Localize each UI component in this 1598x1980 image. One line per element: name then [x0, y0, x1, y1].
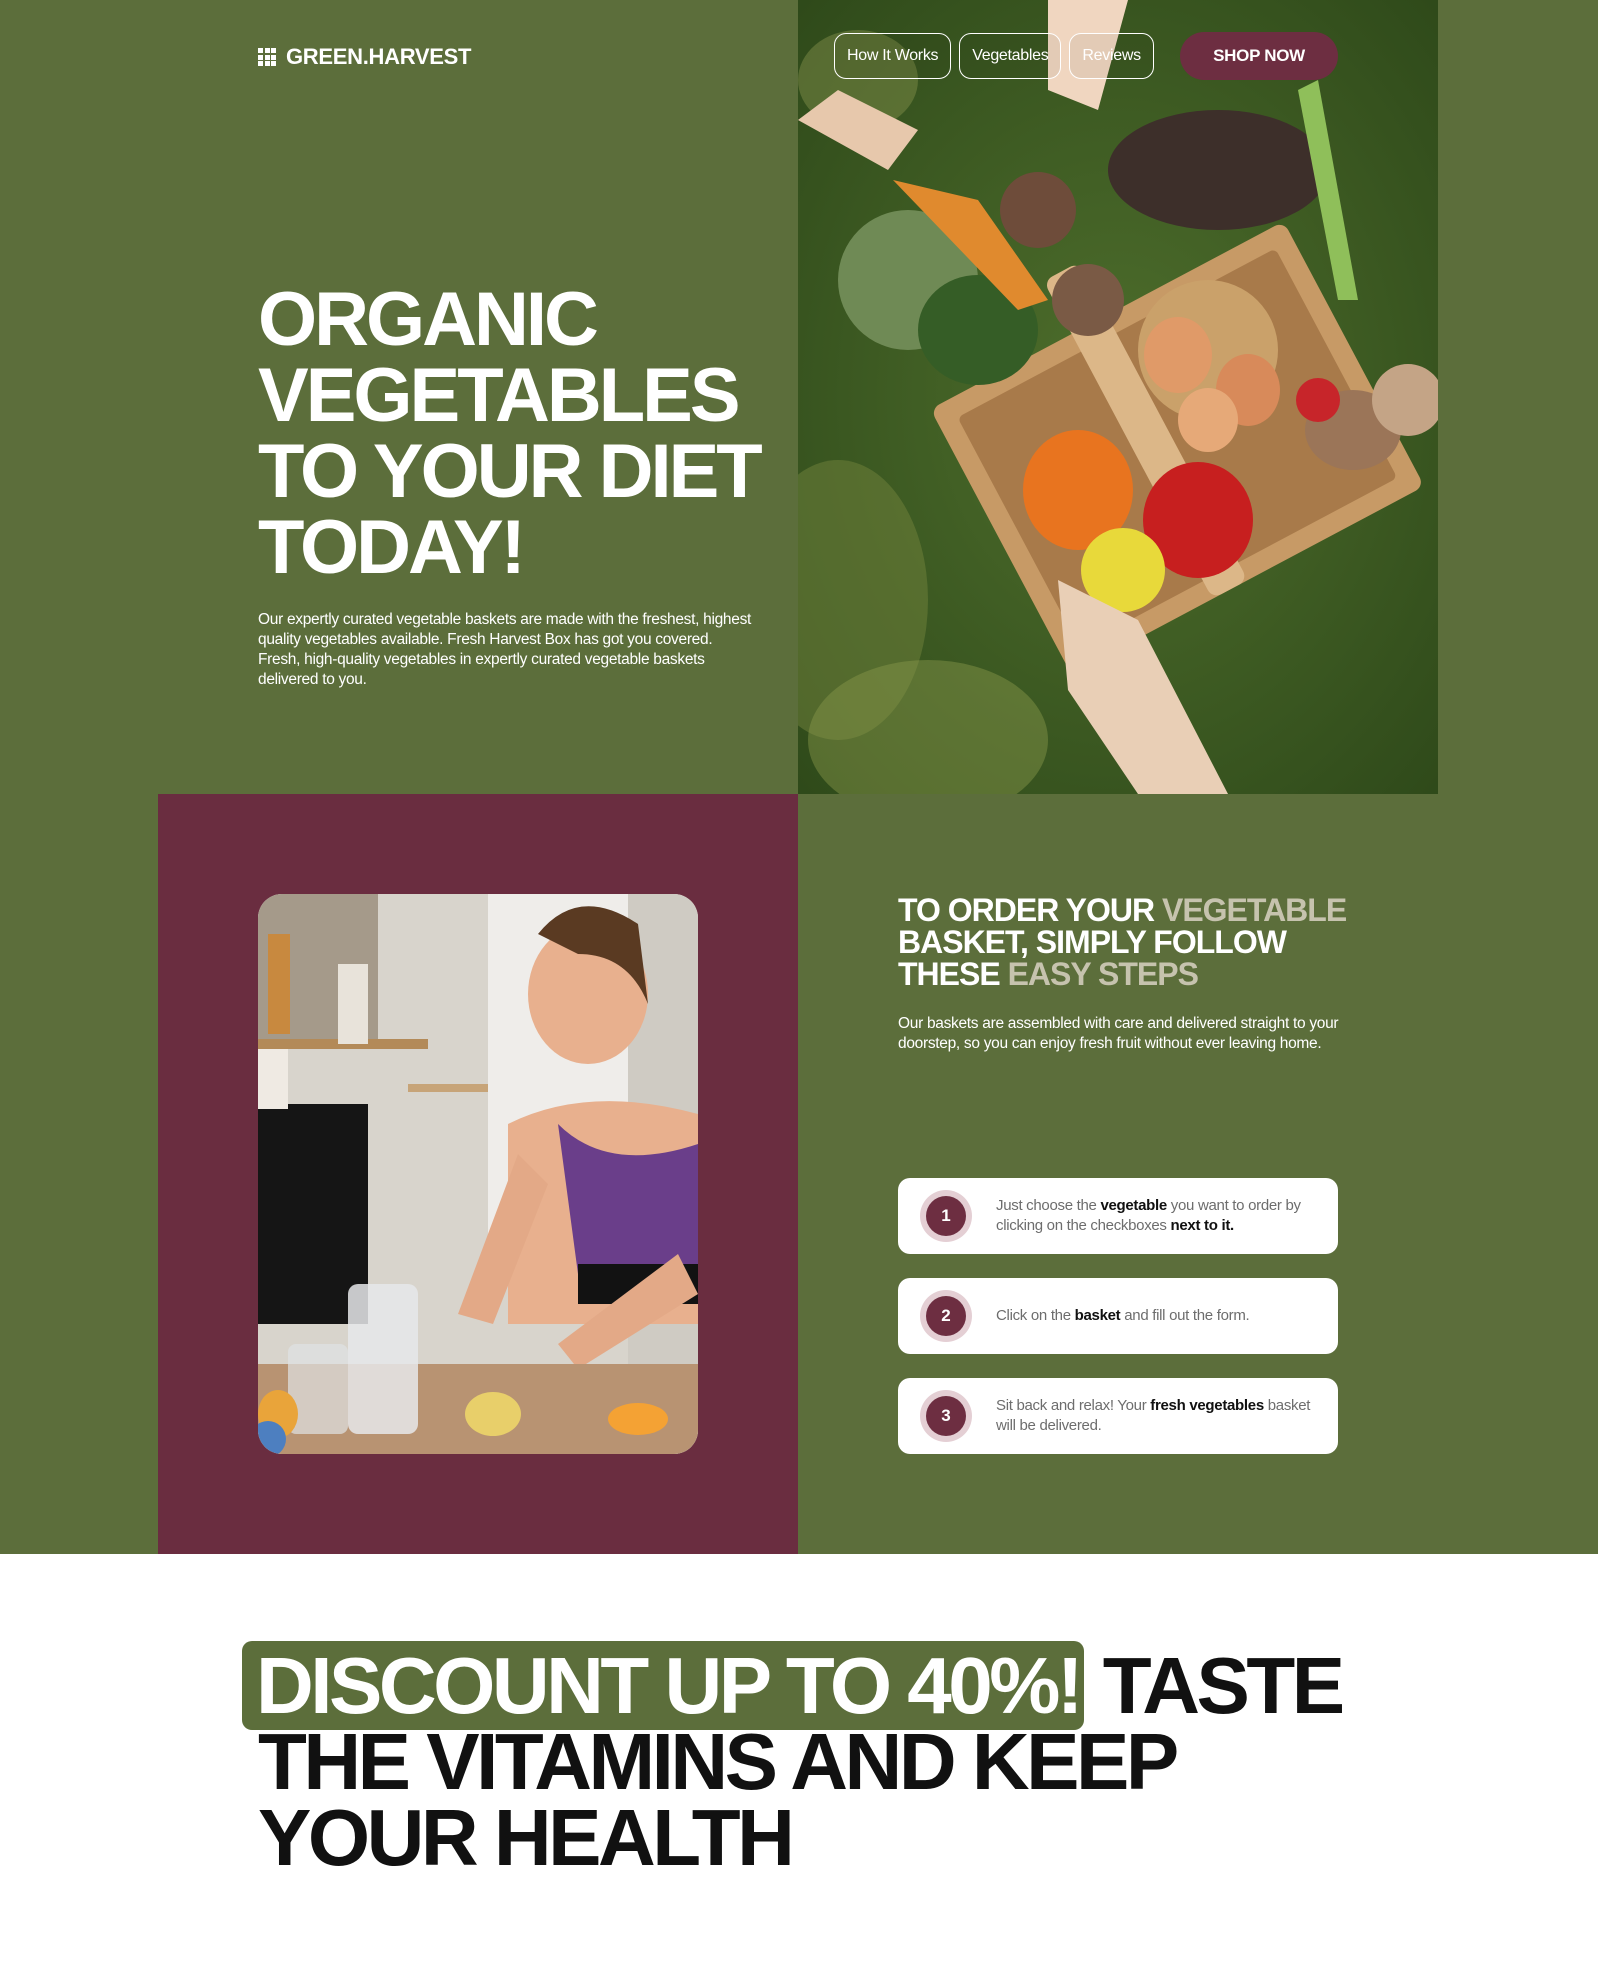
- step-card-2: 2 Click on the basket and fill out the f…: [898, 1278, 1338, 1354]
- vegetable-basket-photo: [798, 0, 1438, 794]
- steps-title: TO ORDER YOUR VEGETABLE BASKET, SIMPLY F…: [898, 894, 1358, 990]
- step-text-bold: fresh vegetables: [1150, 1397, 1264, 1414]
- step-text-part: Sit back and relax! Your: [996, 1397, 1151, 1414]
- step-card-3: 3 Sit back and relax! Your fresh vegetab…: [898, 1378, 1338, 1454]
- step-text-part: and fill out the form.: [1120, 1307, 1250, 1324]
- shop-now-button[interactable]: SHOP NOW: [1180, 32, 1338, 80]
- steps-title-highlight: VEGETABLE: [1161, 892, 1347, 928]
- hero-right-margin: [1438, 0, 1598, 794]
- step-number-badge: 3: [920, 1390, 972, 1442]
- brand-name: GREEN.HARVEST: [286, 44, 472, 69]
- vegetable-basket-illustration: [798, 0, 1438, 794]
- step-text-bold: vegetable: [1100, 1197, 1167, 1214]
- step-card-1: 1 Just choose the vegetable you want to …: [898, 1178, 1338, 1254]
- step-text-bold: basket: [1074, 1307, 1121, 1324]
- step-number: 1: [926, 1196, 966, 1236]
- grid-icon: [258, 48, 276, 66]
- step-text: Click on the basket and fill out the for…: [996, 1306, 1316, 1326]
- steps-title-highlight: EASY STEPS: [1007, 956, 1199, 992]
- steps-title-part: TO ORDER YOUR: [898, 892, 1162, 928]
- discount-heading: DISCOUNT UP TO 40%! TASTE THE VITAMINS A…: [242, 1641, 1358, 1878]
- hero-title-line: ORGANIC: [258, 277, 599, 362]
- woman-cooking-photo: [258, 894, 698, 1454]
- nav-link-vegetables[interactable]: Vegetables: [959, 33, 1062, 79]
- nav-link-reviews[interactable]: Reviews: [1069, 33, 1154, 79]
- step-text: Just choose the vegetable you want to or…: [996, 1196, 1316, 1236]
- step-number: 3: [926, 1396, 966, 1436]
- step-number-badge: 2: [920, 1290, 972, 1342]
- step-text-part: Just choose the: [996, 1197, 1101, 1214]
- hero-title-line: TO YOUR DIET: [258, 429, 763, 514]
- hero-title-line: TODAY!: [258, 505, 526, 590]
- steps-left-margin: [0, 794, 158, 1554]
- step-number-badge: 1: [920, 1190, 972, 1242]
- step-text-part: Click on the: [996, 1307, 1075, 1324]
- hero-title: ORGANIC VEGETABLES TO YOUR DIET TODAY!: [258, 282, 778, 586]
- brand-logo[interactable]: GREEN.HARVEST: [258, 44, 471, 70]
- main-nav: How It Works Vegetables Reviews: [834, 33, 1154, 79]
- steps-description: Our baskets are assembled with care and …: [898, 1015, 1339, 1052]
- woman-cooking-illustration: [258, 894, 698, 1454]
- hero-title-line: VEGETABLES: [258, 353, 741, 438]
- nav-link-how-it-works[interactable]: How It Works: [834, 33, 952, 79]
- step-number: 2: [926, 1296, 966, 1336]
- hero-description: Our expertly curated vegetable baskets a…: [258, 611, 752, 688]
- step-text: Sit back and relax! Your fresh vegetable…: [996, 1396, 1316, 1436]
- step-text-bold: next to it.: [1170, 1217, 1235, 1234]
